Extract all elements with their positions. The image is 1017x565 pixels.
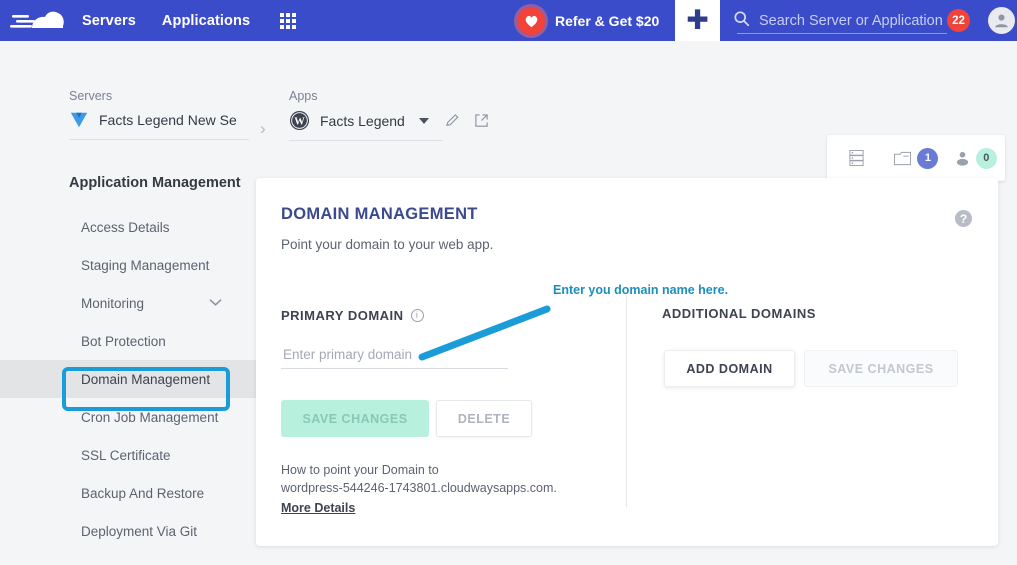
sidebar-item-label: Cron Job Management (81, 409, 219, 425)
info-icon[interactable]: i (410, 309, 424, 322)
team-member-icon (956, 151, 968, 166)
chevron-down-icon[interactable] (418, 117, 429, 124)
server-stack-icon (849, 149, 864, 167)
app-folder-icon (894, 151, 912, 165)
nav-links: Servers Applications (82, 12, 297, 29)
nav-applications[interactable]: Applications (162, 13, 250, 29)
user-avatar-icon[interactable] (988, 7, 1015, 34)
additional-save-changes-button[interactable]: SAVE CHANGES (804, 350, 958, 387)
sidebar-item-label: Backup And Restore (81, 485, 205, 501)
sidebar-item-label: Domain Management (81, 371, 211, 387)
breadcrumb-servers-underline (69, 139, 249, 140)
sidebar-item-backup-and-restore[interactable]: Backup And Restore (0, 474, 256, 512)
primary-domain-label-text: PRIMARY DOMAIN (281, 308, 404, 323)
wordpress-icon: W (289, 110, 310, 131)
sidebar-item-label: Bot Protection (81, 333, 166, 349)
domain-hint: How to point your Domain to wordpress-54… (281, 461, 591, 517)
cloudways-logo[interactable] (0, 0, 72, 41)
breadcrumb-apps-label: Apps (289, 89, 318, 103)
page-subtitle: Point your domain to your web app. (281, 237, 494, 252)
sidebar-item-access-details[interactable]: Access Details (0, 208, 256, 246)
search-underline (737, 33, 947, 34)
server-icon (69, 110, 89, 130)
stat-apps-count: 1 (917, 147, 939, 169)
sidebar-item-ssl-certificate[interactable]: SSL Certificate (0, 436, 256, 474)
resource-stats-card: 1 0 (827, 135, 1005, 181)
sidebar-item-label: Monitoring (81, 295, 145, 311)
page-title: DOMAIN MANAGEMENT (281, 205, 478, 223)
sidebar-item-deployment-via-git[interactable]: Deployment Via Git (0, 512, 256, 550)
app-grid-icon[interactable] (280, 12, 297, 29)
heart-icon (517, 6, 545, 35)
pencil-icon[interactable] (445, 113, 460, 128)
search-bar[interactable]: Search Server or Application (733, 0, 943, 41)
column-divider (626, 295, 627, 507)
breadcrumb-server-selector[interactable]: Facts Legend New Se (69, 110, 249, 130)
sidebar-title: Application Management (69, 175, 241, 191)
help-question-icon[interactable]: ? (955, 210, 972, 227)
sidebar-item-label: Staging Management (81, 257, 210, 273)
breadcrumb-servers-label: Servers (69, 89, 113, 103)
chevron-right-icon: › (260, 119, 266, 138)
search-input-placeholder[interactable]: Search Server or Application (759, 13, 943, 29)
hint-line-2: wordpress-544246-1743801.cloudwaysapps.c… (281, 481, 557, 495)
search-icon (733, 10, 750, 32)
breadcrumb-apps-underline (289, 140, 443, 141)
notification-badge[interactable]: 22 (947, 9, 970, 32)
breadcrumb-row: Servers Facts Legend New Se › Apps W Fac… (0, 41, 1017, 181)
refer-label: Refer & Get $20 (555, 12, 660, 29)
add-domain-button[interactable]: ADD DOMAIN (664, 350, 795, 387)
external-link-icon[interactable] (474, 113, 489, 128)
nav-servers[interactable]: Servers (82, 13, 136, 29)
sidebar-item-label: Access Details (81, 219, 170, 235)
application-management-sidebar: Application Management Access Details St… (0, 175, 256, 550)
add-new-button[interactable]: ✚ (675, 0, 720, 41)
primary-save-changes-button[interactable]: SAVE CHANGES (281, 400, 429, 437)
breadcrumb-server-name: Facts Legend New Se (99, 112, 237, 128)
stat-servers[interactable] (827, 149, 886, 167)
more-details-link[interactable]: More Details (281, 499, 355, 517)
sidebar-item-cron-job-management[interactable]: Cron Job Management (0, 398, 256, 436)
primary-delete-button[interactable]: DELETE (436, 400, 532, 437)
annotation-callout-text: Enter you domain name here. (553, 283, 729, 297)
sidebar-item-label: Deployment Via Git (81, 523, 198, 539)
breadcrumb-app-selector[interactable]: W Facts Legend (289, 110, 489, 131)
top-navigation-bar: Servers Applications Refer & Get $20 ✚ S… (0, 0, 1017, 41)
primary-domain-label: PRIMARY DOMAIN i (281, 308, 424, 323)
chevron-down-icon[interactable] (209, 296, 222, 310)
stat-apps[interactable]: 1 (886, 147, 945, 169)
sidebar-item-domain-management[interactable]: Domain Management (0, 360, 256, 398)
additional-domains-label: ADDITIONAL DOMAINS (662, 306, 816, 321)
primary-domain-input[interactable] (281, 341, 508, 369)
sidebar-item-monitoring[interactable]: Monitoring (0, 284, 256, 322)
stat-members-count: 0 (975, 147, 997, 169)
stat-members[interactable]: 0 (946, 147, 1005, 169)
breadcrumb-apps: Apps W Facts Legend (289, 89, 489, 141)
plus-icon: ✚ (686, 5, 709, 35)
sidebar-item-bot-protection[interactable]: Bot Protection (0, 322, 256, 360)
sidebar-item-label: SSL Certificate (81, 447, 171, 463)
domain-management-card: DOMAIN MANAGEMENT Point your domain to y… (256, 178, 998, 546)
hint-line-1: How to point your Domain to (281, 463, 439, 477)
svg-text:W: W (294, 116, 305, 127)
breadcrumb-servers: Servers Facts Legend New Se (69, 89, 249, 140)
sidebar-item-staging-management[interactable]: Staging Management (0, 246, 256, 284)
breadcrumb-app-name: Facts Legend (320, 112, 405, 129)
refer-and-earn-button[interactable]: Refer & Get $20 (517, 0, 659, 41)
